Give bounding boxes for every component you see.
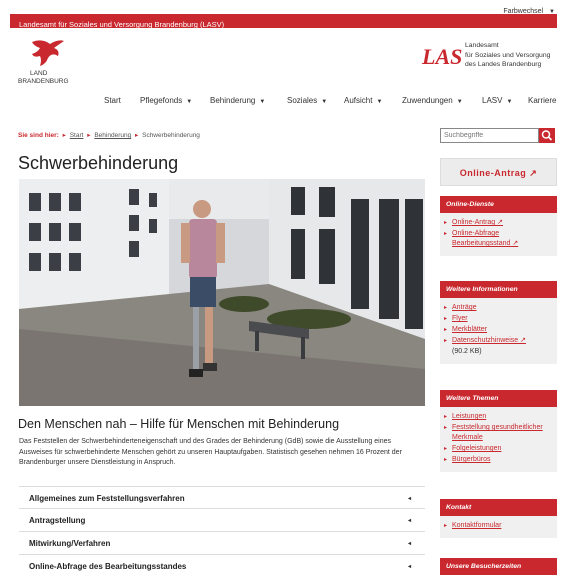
sidebar-link[interactable]: Anträge xyxy=(444,303,551,313)
nav-item-start[interactable]: Start xyxy=(104,96,121,105)
sidebar-box-besucherzeiten: Unsere Besucherzeiten xyxy=(440,558,557,575)
sidebar-box-title: Kontakt xyxy=(440,499,557,516)
accordion-item[interactable]: Online-Abfrage des Bearbeitungsstandes ◂ xyxy=(19,555,425,577)
nav-item-aufsicht[interactable]: Aufsicht ▼ xyxy=(344,96,382,105)
sidebar-box-weitere-informationen: Weitere Informationen Anträge Flyer Merk… xyxy=(440,281,557,364)
accordion-item[interactable]: Allgemeines zum Feststellungsverfahren ◂ xyxy=(19,486,425,509)
sidebar-box-title: Unsere Besucherzeiten xyxy=(440,558,557,575)
lasv-line3: des Landes Brandenburg xyxy=(465,61,542,68)
sidebar-box-title: Weitere Themen xyxy=(440,390,557,407)
page-title: Schwerbehinderung xyxy=(18,153,179,173)
lasv-mark-text: LASV xyxy=(421,44,463,69)
hero-image xyxy=(19,179,425,406)
chevron-down-icon: ▼ xyxy=(321,99,328,105)
agency-name: Landesamt für Soziales und Versorgung Br… xyxy=(19,20,225,29)
chevron-down-icon: ▼ xyxy=(186,99,193,105)
accordion-item[interactable]: Mitwirkung/Verfahren ◂ xyxy=(19,532,425,555)
nav-item-behinderung[interactable]: Behinderung ▼ xyxy=(210,96,265,105)
breadcrumb-prefix: Sie sind hier: xyxy=(18,132,59,139)
breadcrumb-separator-icon: ▸ xyxy=(62,132,66,139)
sidebar-link[interactable]: Datenschutzhinweise ↗ xyxy=(444,336,551,346)
nav-item-lasv[interactable]: LASV ▼ xyxy=(482,96,512,105)
logo-left-line1: LAND xyxy=(30,70,48,77)
sidebar-link[interactable]: Kontaktformular xyxy=(444,521,551,531)
breadcrumb-behinderung[interactable]: Behinderung xyxy=(94,132,131,139)
sidebar-link[interactable]: Online-Antrag ↗ xyxy=(444,218,551,228)
nav-item-karriere[interactable]: Karriere xyxy=(528,96,556,105)
lasv-line2: für Soziales und Versorgung xyxy=(465,51,551,59)
logo-left-line2: BRANDENBURG xyxy=(18,78,69,85)
sidebar-link[interactable]: Bürgerbüros xyxy=(444,455,551,465)
search-input[interactable] xyxy=(440,128,539,143)
breadcrumb-current: Schwerbehinderung xyxy=(142,132,200,139)
nav-label: Behinderung xyxy=(210,96,256,105)
sidebar-link[interactable]: Folgeleistungen xyxy=(444,444,551,454)
accordion-item[interactable]: Antragstellung ◂ xyxy=(19,509,425,532)
nav-label: Aufsicht xyxy=(344,96,373,105)
nav-label: Pflegefonds xyxy=(140,96,183,105)
search-form xyxy=(440,128,555,143)
chevron-down-icon: ▼ xyxy=(376,99,383,105)
sidebar-box-title: Online-Dienste xyxy=(440,196,557,213)
sidebar-box-kontakt: Kontakt Kontaktformular xyxy=(440,499,557,538)
online-antrag-button[interactable]: Online-Antrag ↗ xyxy=(440,158,557,186)
search-button[interactable] xyxy=(539,128,555,143)
chevron-down-icon: ▼ xyxy=(456,99,463,105)
nav-label: LASV xyxy=(482,96,503,105)
sidebar-box-weitere-themen: Weitere Themen Leistungen Feststellung g… xyxy=(440,390,557,472)
lasv-logo[interactable]: LASV Landesamt für Soziales und Versorgu… xyxy=(421,40,561,80)
accordion-label: Antragstellung xyxy=(29,516,86,525)
nav-item-soziales[interactable]: Soziales ▼ xyxy=(287,96,327,105)
sidebar-link[interactable]: Leistungen xyxy=(444,412,551,422)
brandenburg-eagle-icon xyxy=(32,40,64,66)
land-brandenburg-logo[interactable]: LAND BRANDENBURG xyxy=(18,36,98,90)
sidebar-link[interactable]: Online-Abfrage Bearbeitungsstand ↗ xyxy=(444,229,551,249)
nav-item-zuwendungen[interactable]: Zuwendungen ▼ xyxy=(402,96,463,105)
hero-photo-illustration xyxy=(19,179,425,406)
online-antrag-label: Online-Antrag ↗ xyxy=(459,168,538,178)
lasv-lettering: Landesamt für Soziales und Versorgung de… xyxy=(465,41,550,70)
breadcrumb: Sie sind hier: ▸ Start ▸ Behinderung ▸ S… xyxy=(18,131,200,139)
section-heading: Den Menschen nah – Hilfe für Menschen mi… xyxy=(18,417,340,431)
nav-item-pflegefonds[interactable]: Pflegefonds ▼ xyxy=(140,96,192,105)
chevron-down-icon: ▼ xyxy=(259,99,266,105)
search-icon xyxy=(541,130,553,141)
accordion-label: Mitwirkung/Verfahren xyxy=(29,539,111,548)
chevron-left-icon: ◂ xyxy=(407,564,411,570)
sidebar-box-online-dienste: Online-Dienste Online-Antrag ↗ Online-Ab… xyxy=(440,196,557,256)
nav-label: Soziales xyxy=(287,96,318,105)
accordion-label: Online-Abfrage des Bearbeitungsstandes xyxy=(29,562,187,571)
chevron-left-icon: ◂ xyxy=(407,496,411,502)
chevron-left-icon: ◂ xyxy=(407,541,411,547)
breadcrumb-separator-icon: ▸ xyxy=(87,132,91,139)
nav-label: Start xyxy=(104,96,121,105)
top-utility-bar: Farbwechsel ▼ xyxy=(0,0,567,15)
nav-label: Zuwendungen xyxy=(402,96,453,105)
sidebar-box-title: Weitere Informationen xyxy=(440,281,557,298)
main-nav: Start Pflegefonds ▼ Behinderung ▼ Soziales… xyxy=(100,96,560,110)
breadcrumb-start[interactable]: Start xyxy=(70,132,84,139)
intro-text: Das Feststellen der Schwerbehinderteneig… xyxy=(19,438,402,466)
agency-bar: Landesamt für Soziales und Versorgung Br… xyxy=(10,14,557,29)
lasv-line1: Landesamt xyxy=(465,42,499,49)
accordion-label: Allgemeines zum Feststellungsverfahren xyxy=(29,494,185,503)
chevron-left-icon: ◂ xyxy=(407,518,411,524)
lasv-mark-icon: LASV xyxy=(421,44,463,69)
chevron-down-icon: ▼ xyxy=(506,99,513,105)
file-size-note: (90.2 KB) xyxy=(452,348,482,355)
breadcrumb-separator-icon: ▸ xyxy=(135,132,139,139)
nav-label: Karriere xyxy=(528,96,557,105)
sidebar-link[interactable]: Feststellung gesundheitlicher Merkmale xyxy=(444,423,551,443)
sidebar-link[interactable]: Flyer xyxy=(444,314,551,324)
sidebar-link[interactable]: Merkblätter xyxy=(444,325,551,335)
